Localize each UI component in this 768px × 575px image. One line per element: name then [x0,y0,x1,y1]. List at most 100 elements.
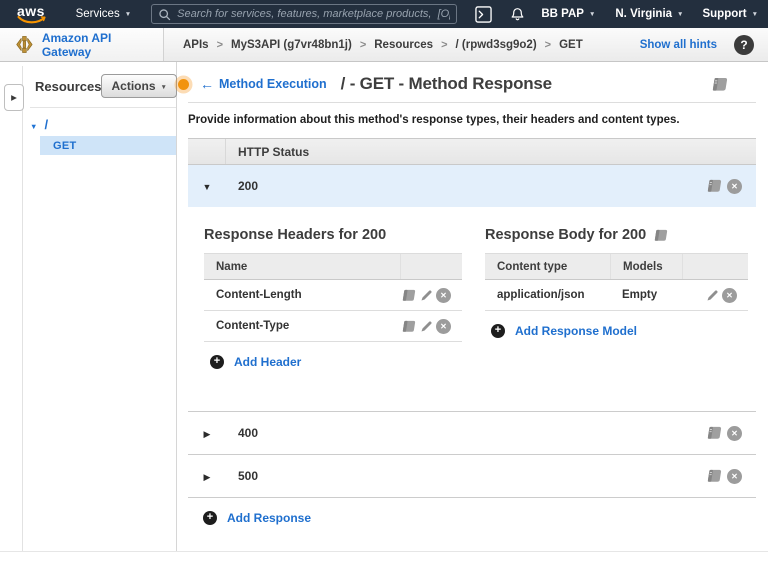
http-status-column-label: HTTP Status [238,144,310,159]
breadcrumb-method[interactable]: GET [559,39,583,51]
top-navigation-bar: aws Services BB PAP N. Virginia [0,0,768,28]
tree-method-label: GET [53,139,77,152]
region-menu[interactable]: N. Virginia [615,8,683,20]
book-icon[interactable] [706,179,723,193]
breadcrumb-separator: > [441,38,448,51]
delete-icon[interactable] [727,425,742,441]
tree-item-root[interactable]: / [30,116,176,133]
row-actions [706,287,748,303]
sidebar-collapse-toggle[interactable] [4,84,24,111]
cloudshell-icon[interactable] [475,5,493,23]
add-response-model-link[interactable]: Add Response Model [485,324,748,338]
header-row-content-length: Content-Length [204,280,462,311]
method-execution-back-link[interactable]: Method Execution [200,76,327,92]
http-status-table: HTTP Status 200 Response Headers for 200 [188,138,756,545]
support-menu[interactable]: Support [702,8,758,20]
breadcrumb-apis[interactable]: APIs [183,39,209,51]
breadcrumb-separator: > [359,38,367,51]
service-navigation-bar: Amazon API Gateway APIs > MyS3API (g7vr4… [0,28,768,62]
method-response-panel: Method Execution / - GET - Method Respon… [177,62,768,551]
status-row-200[interactable]: 200 [188,165,756,207]
breadcrumb: APIs > MyS3API (g7vr48bn1j) > Resources … [183,39,583,51]
headers-table-header: Name [204,253,462,280]
actions-button-label: Actions [111,79,156,93]
help-icon[interactable]: ? [734,34,754,55]
back-arrow-icon [200,76,214,92]
page-description: Provide information about this method's … [188,114,680,126]
account-menu[interactable]: BB PAP [541,8,595,20]
breadcrumb-resources[interactable]: Resources [374,39,433,51]
sidebar-header: Resources Actions [0,62,177,98]
breadcrumb-api-name[interactable]: MyS3API (g7vr48bn1j) [231,39,352,51]
plus-icon [203,511,217,525]
status-code-label: 200 [238,179,259,193]
book-icon[interactable] [706,426,723,440]
aws-smile-icon [17,15,46,24]
collapse-row-icon[interactable] [188,165,226,207]
edit-pencil-icon[interactable] [420,289,433,302]
tree-item-get-method[interactable]: GET [40,136,176,155]
delete-icon[interactable] [436,287,451,303]
documentation-book-icon[interactable] [711,77,729,92]
tree-root-label: / [44,117,49,132]
sidebar-title: Resources [35,78,102,94]
app-title: Amazon API Gateway [41,30,112,59]
add-response-model-label: Add Response Model [515,324,638,338]
delete-icon[interactable] [436,318,451,334]
book-icon[interactable] [401,320,417,333]
content-type-column-label: Content type [497,260,568,273]
api-gateway-home-link[interactable]: Amazon API Gateway [0,28,164,61]
book-icon[interactable] [706,469,723,483]
response-body-panel: Response Body for 200 Content type Model… [485,227,748,369]
header-name: Content-Type [216,320,290,332]
header-row-content-type: Content-Type [204,311,462,342]
back-link-label: Method Execution [219,77,327,91]
plus-icon [210,355,224,369]
delete-icon[interactable] [722,287,737,303]
page-header: Method Execution / - GET - Method Respon… [188,74,756,103]
book-icon[interactable] [653,229,669,242]
actions-column [400,254,462,279]
region-label: N. Virginia [615,8,673,20]
response-headers-title: Response Headers for 200 [204,227,387,243]
add-response-link[interactable]: Add Response [203,511,756,525]
models-column-label: Models [610,254,682,279]
services-label: Services [75,8,120,20]
body-row-application-json: application/json Empty [485,280,748,311]
edit-pencil-icon[interactable] [420,320,433,333]
resource-tree: / GET [0,108,176,155]
search-input[interactable] [177,8,451,20]
delete-icon[interactable] [727,178,742,194]
actions-button[interactable]: Actions [101,74,177,98]
add-header-label: Add Header [234,355,302,369]
global-search [151,4,458,24]
edit-pencil-icon[interactable] [706,289,719,302]
expand-row-icon[interactable] [188,412,226,454]
row-actions [706,468,756,484]
resources-sidebar: Resources Actions / GET [0,62,177,551]
show-all-hints-link[interactable]: Show all hints [640,39,717,51]
chevron-down-icon [125,8,131,20]
aws-logo[interactable]: aws [17,3,47,24]
hint-indicator-dot[interactable] [178,79,189,90]
expand-row-icon[interactable] [188,455,226,497]
breadcrumb-separator: > [216,38,224,51]
support-label: Support [702,8,747,20]
response-body-title: Response Body for 200 [485,227,748,243]
response-headers-panel: Response Headers for 200 Name Content-Le… [204,227,462,369]
status-row-500[interactable]: 500 [188,454,756,497]
status-200-details: Response Headers for 200 Name Content-Le… [188,207,756,411]
tree-expand-icon[interactable] [30,116,37,134]
add-response-row: Add Response [188,497,756,545]
chevron-down-icon [589,8,595,20]
row-actions [401,287,462,303]
status-code-label: 500 [238,469,259,483]
status-row-400[interactable]: 400 [188,411,756,454]
book-icon[interactable] [401,289,417,302]
breadcrumb-resource-path[interactable]: / (rpwd3sg9o2) [456,39,537,51]
services-menu[interactable]: Services [76,8,132,20]
add-header-link[interactable]: Add Header [204,355,462,369]
api-gateway-icon [16,36,33,53]
notifications-bell-icon[interactable] [510,7,525,22]
delete-icon[interactable] [727,468,742,484]
